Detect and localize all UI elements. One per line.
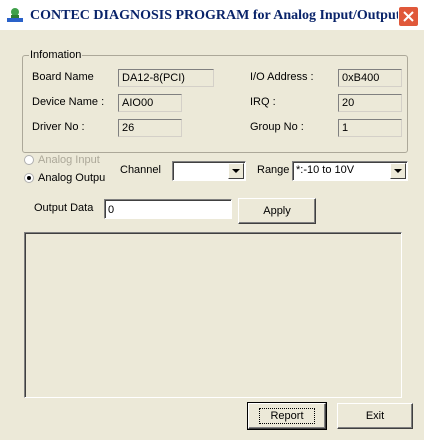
analog-output-radio-dot	[24, 173, 34, 183]
close-button[interactable]	[398, 6, 419, 27]
report-button-label: Report	[259, 408, 315, 424]
group-no-field: 1	[338, 119, 402, 137]
driver-no-field: 26	[118, 119, 182, 137]
channel-select[interactable]	[172, 161, 246, 181]
exit-button-label: Exit	[365, 410, 385, 422]
io-address-field: 0xB400	[338, 69, 402, 87]
client-area: Infomation Board Name DA12-8(PCI) I/O Ad…	[0, 30, 424, 440]
analog-input-radio[interactable]: Analog Input	[24, 154, 100, 166]
result-output-pane[interactable]	[24, 232, 402, 398]
irq-field: 20	[338, 94, 402, 112]
irq-label: IRQ :	[250, 96, 276, 108]
driver-no-label: Driver No :	[32, 121, 85, 133]
close-icon	[403, 11, 414, 22]
report-button[interactable]: Report	[247, 402, 327, 430]
channel-label: Channel	[120, 164, 161, 176]
range-label: Range	[257, 164, 290, 176]
range-select[interactable]: *:-10 to 10V	[292, 161, 408, 181]
board-name-field: DA12-8(PCI)	[118, 69, 214, 87]
output-data-label: Output Data	[34, 202, 94, 214]
device-name-field: AIO00	[118, 94, 182, 112]
title-bar: CONTEC DIAGNOSIS PROGRAM for Analog Inpu…	[0, 0, 424, 30]
output-data-input[interactable]	[104, 199, 232, 219]
information-legend: Infomation	[30, 49, 82, 61]
apply-button-label: Apply	[263, 205, 291, 217]
analog-output-radio[interactable]: Analog Outpu	[24, 172, 105, 184]
exit-button[interactable]: Exit	[337, 403, 413, 429]
group-no-label: Group No :	[250, 121, 304, 133]
window-title: CONTEC DIAGNOSIS PROGRAM for Analog Inpu…	[30, 8, 401, 23]
chevron-down-icon[interactable]	[390, 163, 406, 179]
app-icon	[6, 7, 24, 23]
board-name-label: Board Name	[32, 71, 94, 83]
range-value: *:-10 to 10V	[296, 164, 355, 176]
chevron-down-icon[interactable]	[228, 163, 244, 179]
device-name-label: Device Name :	[32, 96, 105, 108]
analog-input-radio-dot	[24, 155, 34, 165]
diagnosis-window: CONTEC DIAGNOSIS PROGRAM for Analog Inpu…	[0, 0, 424, 440]
analog-output-label: Analog Outpu	[38, 172, 106, 184]
io-address-label: I/O Address :	[250, 71, 314, 83]
analog-input-label: Analog Input	[38, 154, 100, 166]
apply-button[interactable]: Apply	[238, 198, 316, 224]
